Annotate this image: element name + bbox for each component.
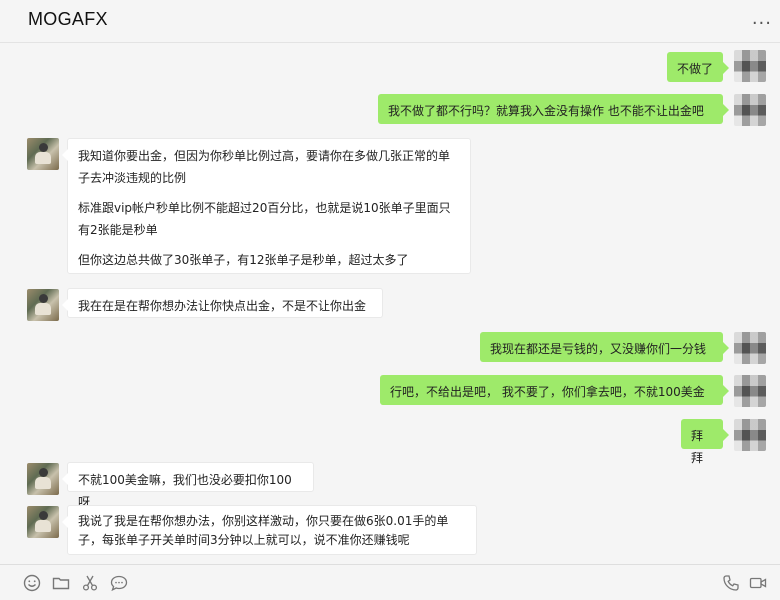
message-paragraph: 标准跟vip帐户秒单比例不能超过20百分比，也就是说10张单子里面只有2张能是秒… [78, 201, 451, 237]
avatar[interactable] [734, 94, 766, 126]
message-bubble-received: 我知道你要出金，但因为你秒单比例过高，要请你在多做几张正常的单子去冲淡违规的比例… [62, 138, 471, 274]
avatar[interactable] [734, 375, 766, 407]
message-text: 拜拜 [691, 429, 704, 465]
scissors-icon[interactable] [80, 573, 100, 593]
more-options-button[interactable]: ... [752, 8, 772, 29]
avatar-figure-head [39, 511, 48, 520]
avatar-figure-body [35, 477, 51, 489]
avatar-figure-body [35, 152, 51, 164]
chat-title: MOGAFX [28, 9, 108, 29]
message-bubble-sent: 行吧，不给出是吧， 我不要了，你们拿去吧，不就100美金 [380, 375, 729, 405]
phone-icon[interactable] [721, 573, 741, 593]
avatar[interactable] [734, 50, 766, 82]
message-bubble-received: 我在在是在帮你想办法让你快点出金，不是不让你出金 [62, 288, 383, 318]
avatar[interactable] [27, 138, 59, 170]
message-list[interactable]: 不做了 我不做了都不行吗？就算我入金没有操作 也不能不让出金吧 我知道你要出金，… [0, 43, 780, 563]
message-text: 我不做了都不行吗？就算我入金没有操作 也不能不让出金吧 [388, 104, 704, 118]
message-paragraph: 但你这边总共做了30张单子，有12张单子是秒单，超过太多了 [78, 253, 409, 267]
emoji-icon[interactable] [22, 573, 42, 593]
message-bubble-received: 不就100美金嘛，我们也没必要扣你100呀 [62, 462, 314, 509]
message-text: 行吧，不给出是吧， 我不要了，你们拿去吧，不就100美金 [390, 385, 705, 399]
message-text: 不做了 [677, 62, 714, 76]
avatar-figure-body [35, 303, 51, 315]
chat-bubble-icon[interactable] [109, 573, 129, 593]
avatar-figure-head [39, 294, 48, 303]
video-call-icon[interactable] [748, 573, 768, 593]
chat-header: MOGAFX ... [0, 0, 780, 43]
avatar[interactable] [734, 419, 766, 451]
input-toolbar [0, 564, 780, 600]
message-text: 我现在都还是亏钱的，又没赚你们一分钱 [490, 342, 707, 356]
avatar[interactable] [734, 332, 766, 364]
chat-window: MOGAFX ... 不做了 我不做了都不行吗？就算我入金没有操作 也不能不让出… [0, 0, 780, 600]
message-paragraph: 我知道你要出金，但因为你秒单比例过高，要请你在多做几张正常的单子去冲淡违规的比例 [78, 149, 451, 185]
message-text: 我在在是在帮你想办法让你快点出金，不是不让你出金 [78, 299, 367, 313]
avatar[interactable] [27, 289, 59, 321]
avatar-figure-head [39, 468, 48, 477]
folder-icon[interactable] [51, 573, 71, 593]
message-bubble-received: 我说了我是在帮你想办法，你别这样激动，你只要在做6张0.01手的单子，每张单子开… [62, 505, 477, 555]
avatar-figure-body [35, 520, 51, 532]
message-bubble-sent: 不做了 [667, 52, 729, 82]
message-bubble-sent: 拜拜 [681, 419, 729, 465]
avatar[interactable] [27, 463, 59, 495]
message-text: 不就100美金嘛，我们也没必要扣你100呀 [78, 473, 292, 509]
message-text: 我说了我是在帮你想办法，你别这样激动，你只要在做6张0.01手的单子，每张单子开… [78, 514, 449, 547]
avatar[interactable] [27, 506, 59, 538]
avatar-figure-head [39, 143, 48, 152]
message-bubble-sent: 我不做了都不行吗？就算我入金没有操作 也不能不让出金吧 [378, 94, 729, 124]
message-bubble-sent: 我现在都还是亏钱的，又没赚你们一分钱 [480, 332, 729, 362]
